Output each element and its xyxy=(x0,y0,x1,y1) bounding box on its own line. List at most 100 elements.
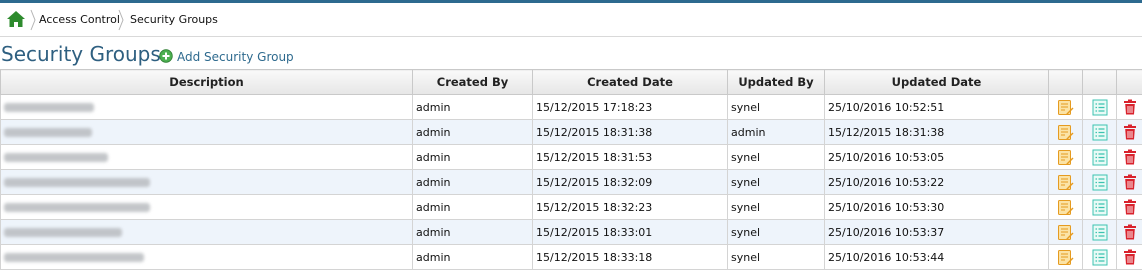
security-groups-table: Description Created By Created Date Upda… xyxy=(0,69,1142,270)
trash-icon xyxy=(1123,224,1136,240)
details-button[interactable] xyxy=(1082,94,1117,120)
column-header-delete xyxy=(1116,69,1142,95)
table-row[interactable]: admin 15/12/2015 18:31:53 synel 25/10/2016 … xyxy=(0,144,1142,170)
updated-by-cell: synel xyxy=(727,144,825,170)
edit-icon xyxy=(1058,149,1074,165)
created-by-cell: admin xyxy=(412,169,533,195)
breadcrumb-item-access-control[interactable]: Access Control xyxy=(39,13,120,26)
details-list-icon xyxy=(1092,149,1107,165)
redacted-text xyxy=(4,253,144,262)
column-header-updated-by[interactable]: Updated By xyxy=(727,69,825,95)
details-list-icon xyxy=(1092,124,1107,140)
trash-icon xyxy=(1123,199,1136,215)
home-icon[interactable] xyxy=(5,9,27,29)
edit-button[interactable] xyxy=(1048,244,1083,270)
updated-date-cell: 15/12/2015 18:31:38 xyxy=(824,119,1049,145)
created-date-cell: 15/12/2015 18:31:38 xyxy=(532,119,728,145)
chevron-right-icon xyxy=(30,9,36,31)
delete-button[interactable] xyxy=(1116,94,1142,120)
column-header-details xyxy=(1082,69,1117,95)
created-date-cell: 15/12/2015 18:32:09 xyxy=(532,169,728,195)
trash-icon xyxy=(1123,99,1136,115)
edit-button[interactable] xyxy=(1048,219,1083,245)
column-header-created-by[interactable]: Created By xyxy=(412,69,533,95)
redacted-text xyxy=(4,128,92,137)
created-date-cell: 15/12/2015 18:33:01 xyxy=(532,219,728,245)
details-button[interactable] xyxy=(1082,119,1117,145)
description-cell xyxy=(0,94,413,120)
trash-icon xyxy=(1123,149,1136,165)
breadcrumb: Access Control Security Groups xyxy=(0,3,1142,37)
description-cell xyxy=(0,119,413,145)
created-by-cell: admin xyxy=(412,194,533,220)
edit-button[interactable] xyxy=(1048,94,1083,120)
page-header: Security Groups Add Security Group xyxy=(0,42,1142,68)
updated-by-cell: synel xyxy=(727,219,825,245)
updated-by-cell: synel xyxy=(727,194,825,220)
edit-button[interactable] xyxy=(1048,144,1083,170)
table-row[interactable]: admin 15/12/2015 18:31:38 admin 15/12/2015 … xyxy=(0,119,1142,145)
edit-button[interactable] xyxy=(1048,169,1083,195)
edit-icon xyxy=(1058,124,1074,140)
redacted-text xyxy=(4,178,150,187)
chevron-right-icon xyxy=(118,9,124,31)
table-header-row: Description Created By Created Date Upda… xyxy=(0,69,1142,95)
edit-icon xyxy=(1058,99,1074,115)
column-header-edit xyxy=(1048,69,1083,95)
updated-by-cell: synel xyxy=(727,244,825,270)
updated-date-cell: 25/10/2016 10:53:22 xyxy=(824,169,1049,195)
table-row[interactable]: admin 15/12/2015 18:32:23 synel 25/10/2016 … xyxy=(0,194,1142,220)
delete-button[interactable] xyxy=(1116,119,1142,145)
trash-icon xyxy=(1123,124,1136,140)
description-cell xyxy=(0,219,413,245)
column-header-updated-date[interactable]: Updated Date xyxy=(824,69,1049,95)
delete-button[interactable] xyxy=(1116,219,1142,245)
updated-date-cell: 25/10/2016 10:53:37 xyxy=(824,219,1049,245)
edit-button[interactable] xyxy=(1048,119,1083,145)
details-button[interactable] xyxy=(1082,194,1117,220)
updated-by-cell: synel xyxy=(727,94,825,120)
redacted-text xyxy=(4,228,122,237)
details-button[interactable] xyxy=(1082,219,1117,245)
edit-icon xyxy=(1058,174,1074,190)
table-row[interactable]: admin 15/12/2015 18:33:18 synel 25/10/2016 … xyxy=(0,244,1142,270)
table-row[interactable]: admin 15/12/2015 18:32:09 synel 25/10/2016 … xyxy=(0,169,1142,195)
updated-date-cell: 25/10/2016 10:53:05 xyxy=(824,144,1049,170)
redacted-text xyxy=(4,203,150,212)
created-date-cell: 15/12/2015 18:32:23 xyxy=(532,194,728,220)
table-row[interactable]: admin 15/12/2015 17:18:23 synel 25/10/2016 … xyxy=(0,94,1142,120)
details-list-icon xyxy=(1092,224,1107,240)
page-title: Security Groups xyxy=(1,42,161,66)
created-by-cell: admin xyxy=(412,144,533,170)
details-list-icon xyxy=(1092,174,1107,190)
column-header-description[interactable]: Description xyxy=(0,69,413,95)
created-date-cell: 15/12/2015 18:31:53 xyxy=(532,144,728,170)
description-cell xyxy=(0,244,413,270)
details-button[interactable] xyxy=(1082,169,1117,195)
redacted-text xyxy=(4,103,94,112)
details-button[interactable] xyxy=(1082,144,1117,170)
description-cell xyxy=(0,194,413,220)
description-cell xyxy=(0,144,413,170)
created-by-cell: admin xyxy=(412,244,533,270)
updated-by-cell: synel xyxy=(727,169,825,195)
table-row[interactable]: admin 15/12/2015 18:33:01 synel 25/10/2016 … xyxy=(0,219,1142,245)
updated-by-cell: admin xyxy=(727,119,825,145)
delete-button[interactable] xyxy=(1116,244,1142,270)
created-date-cell: 15/12/2015 18:33:18 xyxy=(532,244,728,270)
breadcrumb-item-security-groups[interactable]: Security Groups xyxy=(130,13,218,26)
created-by-cell: admin xyxy=(412,119,533,145)
edit-button[interactable] xyxy=(1048,194,1083,220)
details-list-icon xyxy=(1092,199,1107,215)
add-circle-icon xyxy=(159,49,173,63)
delete-button[interactable] xyxy=(1116,194,1142,220)
details-list-icon xyxy=(1092,99,1107,115)
description-cell xyxy=(0,169,413,195)
created-by-cell: admin xyxy=(412,94,533,120)
details-button[interactable] xyxy=(1082,244,1117,270)
column-header-created-date[interactable]: Created Date xyxy=(532,69,728,95)
delete-button[interactable] xyxy=(1116,144,1142,170)
trash-icon xyxy=(1123,174,1136,190)
edit-icon xyxy=(1058,249,1074,265)
delete-button[interactable] xyxy=(1116,169,1142,195)
